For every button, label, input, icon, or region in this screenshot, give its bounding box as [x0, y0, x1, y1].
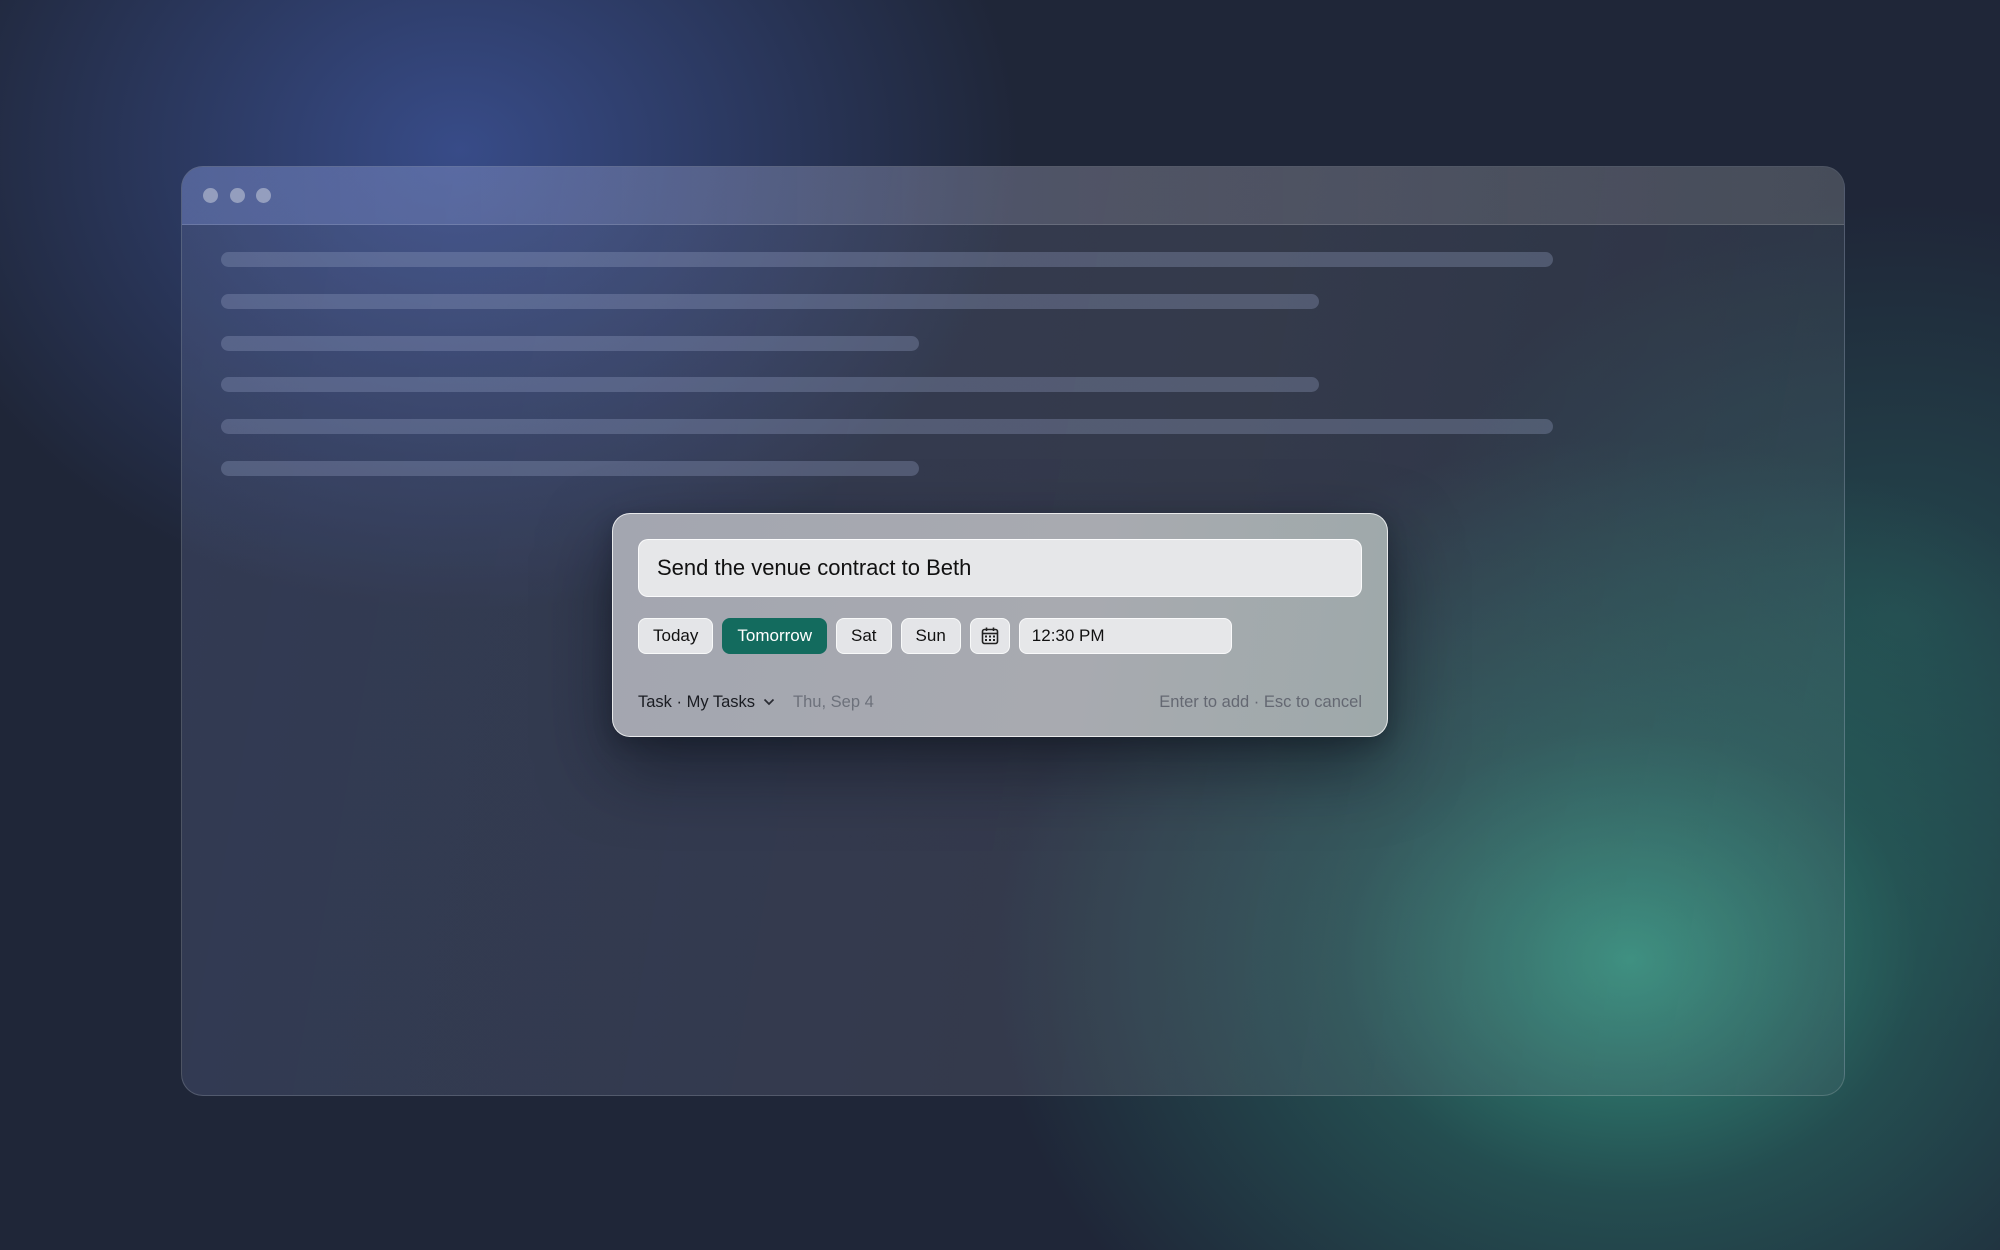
placeholder-line — [221, 461, 919, 476]
task-title-input[interactable] — [638, 539, 1362, 597]
dialog-footer: Task · My Tasks Thu, Sep 4 Enter to add … — [638, 690, 1362, 714]
quick-add-task-dialog: Today Tomorrow Sat Sun — [612, 513, 1388, 737]
window-zoom-button[interactable] — [256, 188, 271, 203]
placeholder-line — [221, 252, 1553, 267]
date-option-sun[interactable]: Sun — [900, 618, 961, 654]
placeholder-line — [221, 377, 1319, 392]
calendar-picker-button[interactable] — [969, 618, 1010, 654]
date-option-tomorrow[interactable]: Tomorrow — [722, 618, 827, 654]
due-date-label: Thu, Sep 4 — [793, 692, 874, 711]
task-list-label: Task · My Tasks — [638, 692, 756, 711]
chevron-down-icon — [763, 698, 775, 706]
keyboard-hint: Enter to add · Esc to cancel — [1159, 692, 1362, 711]
date-option-sat[interactable]: Sat — [836, 618, 892, 654]
window-close-button[interactable] — [203, 188, 218, 203]
time-input[interactable] — [1018, 618, 1232, 654]
placeholder-line — [221, 294, 1319, 309]
placeholder-line — [221, 336, 919, 351]
date-options: Today Tomorrow Sat Sun — [638, 617, 1232, 655]
window-minimize-button[interactable] — [230, 188, 245, 203]
task-list-selector[interactable]: Task · My Tasks — [638, 693, 775, 712]
placeholder-line — [221, 419, 1553, 434]
date-option-today[interactable]: Today — [638, 618, 714, 654]
calendar-icon — [981, 627, 999, 645]
window-titlebar — [182, 167, 1844, 225]
